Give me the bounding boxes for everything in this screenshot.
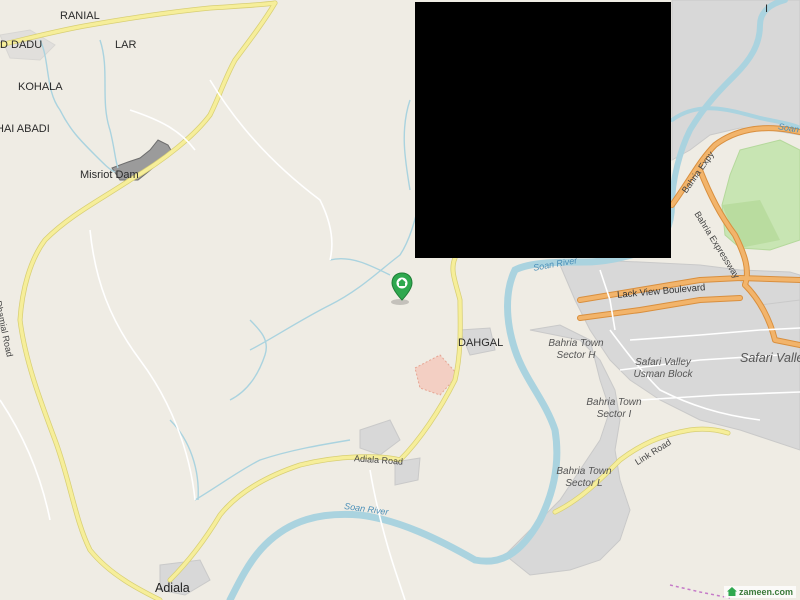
place-dahgal: DAHGAL [458,337,504,349]
place-safari-valley: Safari Valley [740,351,800,365]
place-ranial: RANIAL [60,10,100,22]
sector-safari-usman: Safari Valley Usman Block [633,357,693,380]
attribution-text: zameen.com [738,587,793,597]
redacted-block [415,2,671,258]
sector-bahria-i: Bahria Town Sector I [586,397,642,420]
place-edge-i: I [765,3,769,15]
map-view[interactable]: RANIAL D DADU LAR KOHALA HAI ABADI Misri… [0,0,800,600]
place-kohala: KOHALA [18,81,63,93]
zameen-logo-icon [726,587,737,596]
place-lar: LAR [115,39,137,51]
sector-bahria-h: Bahria Town Sector H [548,338,604,361]
place-adiala: Adiala [155,581,190,595]
place-dadu: D DADU [0,39,43,51]
attribution[interactable]: zameen.com [723,586,796,598]
place-misriot-dam: Misriot Dam [80,169,139,181]
home-location-pin-icon[interactable] [390,272,414,306]
place-abadi: HAI ABADI [0,123,50,135]
sector-bahria-l: Bahria Town Sector L [556,466,612,489]
